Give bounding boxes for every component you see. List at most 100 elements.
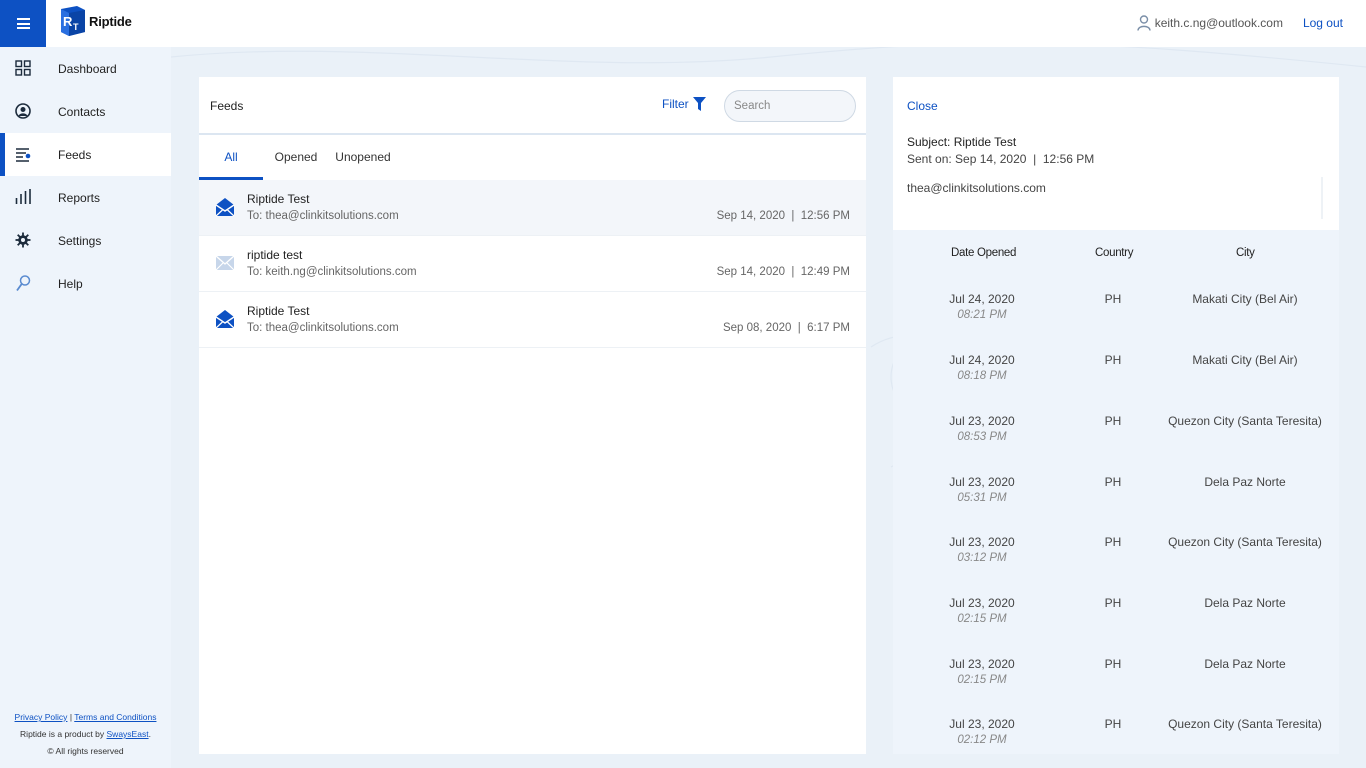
open-city: Makati City (Bel Air) <box>1192 353 1298 367</box>
open-city: Dela Paz Norte <box>1204 475 1286 489</box>
feed-date: Sep 14, 2020 | 12:49 PM <box>716 266 850 278</box>
sidebar-item-reports[interactable]: Reports <box>0 176 171 219</box>
open-city: Quezon City (Santa Teresita) <box>1168 717 1322 731</box>
feed-subject: Riptide Test <box>247 192 310 206</box>
open-date: Jul 24, 2020 <box>949 353 1015 367</box>
tab-all[interactable]: All <box>199 135 263 180</box>
email-sent-on: Sent on: Sep 14, 2020 | 12:56 PM <box>907 152 1095 166</box>
feed-recipient: To: thea@clinkitsolutions.com <box>247 322 399 334</box>
open-time: 05:31 PM <box>957 492 1007 504</box>
open-date: Jul 23, 2020 <box>949 596 1015 610</box>
open-country: PH <box>1104 535 1122 549</box>
open-time: 08:53 PM <box>957 431 1007 443</box>
sidebar-footer: Privacy Policy | Terms and Conditions Ri… <box>0 709 171 760</box>
product-text-suffix: . <box>148 729 151 739</box>
reports-icon <box>15 189 31 204</box>
open-country: PH <box>1104 414 1122 428</box>
logout-button[interactable]: Log out <box>1303 16 1343 30</box>
open-event-row: Jul 23, 2020 03:12 PM PH Quezon City (Sa… <box>893 535 1339 595</box>
open-time: 03:12 PM <box>957 552 1007 564</box>
close-button[interactable]: Close <box>907 99 938 113</box>
sidebar-item-feeds[interactable]: Feeds <box>0 133 171 176</box>
filter-icon <box>692 97 706 111</box>
open-date: Jul 24, 2020 <box>949 292 1015 306</box>
opened-envelope-icon <box>215 310 235 329</box>
feeds-title: Feeds <box>210 99 244 113</box>
open-date: Jul 23, 2020 <box>949 717 1015 731</box>
feed-subject: riptide test <box>247 248 303 262</box>
feed-recipient: To: keith.ng@clinkitsolutions.com <box>247 266 417 278</box>
email-recipient: thea@clinkitsolutions.com <box>907 181 1046 195</box>
contacts-icon <box>15 103 31 119</box>
tab-unopened[interactable]: Unopened <box>329 135 397 179</box>
sidebar-item-dashboard[interactable]: Dashboard <box>0 47 171 90</box>
sidebar-item-label: Reports <box>58 190 101 205</box>
open-time: 08:18 PM <box>957 370 1007 382</box>
open-city: Quezon City (Santa Teresita) <box>1168 414 1322 428</box>
opened-envelope-icon <box>215 198 235 217</box>
user-email: keith.c.ng@outlook.com <box>1154 15 1283 30</box>
open-country: PH <box>1104 657 1122 671</box>
email-detail-panel: Close Subject: Riptide Test Sent on: Sep… <box>893 77 1339 754</box>
open-event-row: Jul 23, 2020 05:31 PM PH Dela Paz Norte <box>893 475 1339 535</box>
open-country: PH <box>1104 596 1122 610</box>
feed-row[interactable]: Riptide Test To: thea@clinkitsolutions.c… <box>199 292 866 348</box>
top-bar: R T Riptide keith.c.ng@outlook.com Log o… <box>0 0 1366 47</box>
filter-label: Filter <box>662 97 689 111</box>
sidebar-item-label: Contacts <box>58 104 106 119</box>
feed-subject: Riptide Test <box>247 304 310 318</box>
open-country: PH <box>1104 475 1122 489</box>
settings-icon <box>15 232 31 248</box>
email-detail-header: Close Subject: Riptide Test Sent on: Sep… <box>893 77 1339 230</box>
sidebar-item-label: Dashboard <box>58 61 117 76</box>
svg-text:T: T <box>73 22 79 32</box>
dashboard-icon <box>15 60 31 76</box>
feeds-icon <box>16 148 31 162</box>
open-event-row: Jul 24, 2020 08:18 PM PH Makati City (Be… <box>893 353 1339 413</box>
svg-text:R: R <box>63 14 73 29</box>
column-header-date-opened: Date Opened <box>951 247 1017 259</box>
tab-opened[interactable]: Opened <box>263 135 329 179</box>
open-event-row: Jul 23, 2020 08:53 PM PH Quezon City (Sa… <box>893 414 1339 474</box>
privacy-policy-link[interactable]: Privacy Policy <box>15 712 68 722</box>
sidebar-item-settings[interactable]: Settings <box>0 219 171 262</box>
open-time: 02:15 PM <box>957 613 1007 625</box>
feed-row[interactable]: riptide test To: keith.ng@clinkitsolutio… <box>199 236 866 292</box>
open-event-row: Jul 23, 2020 02:15 PM PH Dela Paz Norte <box>893 657 1339 717</box>
menu-toggle-button[interactable] <box>0 0 46 47</box>
open-date: Jul 23, 2020 <box>949 535 1015 549</box>
sidebar: Dashboard Contacts Feeds Reports Setting… <box>0 47 171 768</box>
sidebar-item-label: Feeds <box>58 147 92 162</box>
open-event-row: Jul 24, 2020 08:21 PM PH Makati City (Be… <box>893 292 1339 352</box>
feeds-panel: Feeds Filter All Opened Unopened Riptide… <box>199 77 866 754</box>
feed-tabs: All Opened Unopened <box>199 133 866 180</box>
open-date: Jul 23, 2020 <box>949 475 1015 489</box>
user-icon <box>1137 14 1151 31</box>
open-country: PH <box>1104 292 1122 306</box>
filter-button[interactable]: Filter <box>662 97 706 111</box>
search-input[interactable] <box>724 90 856 122</box>
riptide-logo-icon: R T <box>61 6 85 36</box>
sidebar-item-contacts[interactable]: Contacts <box>0 90 171 133</box>
sidebar-item-label: Help <box>58 276 83 291</box>
user-area: keith.c.ng@outlook.com Log out <box>1137 0 1343 45</box>
open-time: 02:12 PM <box>957 734 1007 746</box>
open-country: PH <box>1104 717 1122 731</box>
help-icon <box>16 275 31 292</box>
scrollbar[interactable] <box>1321 177 1323 219</box>
brand[interactable]: R T Riptide <box>60 5 132 37</box>
open-city: Dela Paz Norte <box>1204 657 1286 671</box>
sidebar-item-label: Settings <box>58 233 102 248</box>
brand-name: Riptide <box>89 13 132 29</box>
feed-row[interactable]: Riptide Test To: thea@clinkitsolutions.c… <box>199 180 866 236</box>
column-header-city: City <box>1236 247 1255 259</box>
terms-link[interactable]: Terms and Conditions <box>74 712 156 722</box>
open-city: Quezon City (Santa Teresita) <box>1168 535 1322 549</box>
email-subject: Subject: Riptide Test <box>907 135 1017 149</box>
sidebar-item-help[interactable]: Help <box>0 262 171 305</box>
open-city: Dela Paz Norte <box>1204 596 1286 610</box>
company-link[interactable]: SwaysEast <box>107 729 149 739</box>
hamburger-icon <box>16 16 30 32</box>
open-event-row: Jul 23, 2020 02:15 PM PH Dela Paz Norte <box>893 596 1339 656</box>
feed-recipient: To: thea@clinkitsolutions.com <box>247 210 399 222</box>
